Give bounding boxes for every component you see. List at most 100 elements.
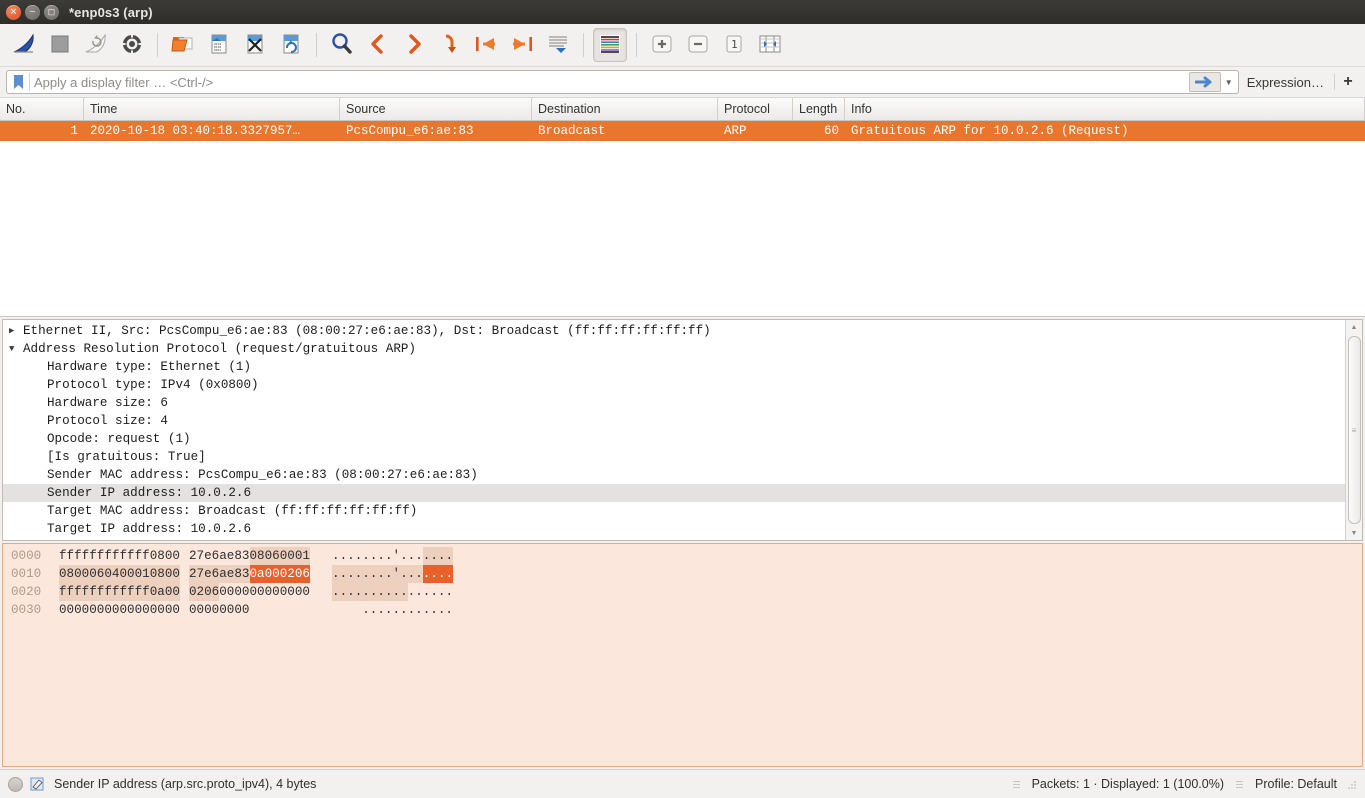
ascii-char[interactable]: . — [339, 565, 348, 583]
ascii-char[interactable]: . — [400, 547, 408, 565]
bookmark-icon[interactable] — [9, 72, 27, 92]
ascii-char[interactable]: . — [362, 601, 370, 619]
hex-byte[interactable]: ff — [135, 547, 150, 565]
ascii-char[interactable]: . — [437, 565, 446, 583]
zoom-in-button[interactable] — [646, 29, 678, 61]
ascii-char[interactable]: . — [340, 547, 348, 565]
hex-byte[interactable]: ff — [104, 583, 120, 601]
hex-byte[interactable]: 00 — [219, 583, 234, 601]
hex-byte[interactable]: ff — [104, 547, 119, 565]
packet-bytes-pane[interactable]: 0000 ff ff ff ff ff ff 08 00 27 e6 ae 83 … — [2, 543, 1363, 767]
ascii-char[interactable]: . — [377, 583, 385, 601]
hex-byte[interactable]: 00 — [234, 583, 249, 601]
scroll-up-arrow-icon[interactable]: ▲ — [1351, 320, 1358, 334]
packet-detail-tree[interactable]: ▶ Ethernet II, Src: PcsCompu_e6:ae:83 (08… — [3, 320, 1345, 540]
hex-byte[interactable]: 08 — [150, 547, 165, 565]
hex-row[interactable]: 0000 ff ff ff ff ff ff 08 00 27 e6 ae 83 … — [3, 547, 1362, 565]
ascii-char[interactable]: . — [415, 601, 423, 619]
zoom-out-button[interactable] — [682, 29, 714, 61]
hex-byte[interactable]: 0a — [249, 565, 265, 583]
ascii-char[interactable]: . — [437, 547, 446, 565]
hex-byte[interactable]: 08 — [149, 565, 165, 583]
ascii-char[interactable]: . — [415, 547, 423, 565]
hex-byte[interactable]: 00 — [165, 601, 180, 619]
detail-row[interactable]: Target IP address: 10.0.2.6 — [3, 520, 1345, 538]
column-header-time[interactable]: Time — [84, 98, 340, 120]
hex-byte[interactable]: ff — [134, 583, 150, 601]
hex-byte[interactable]: e6 — [204, 547, 219, 565]
hex-byte[interactable]: 00 — [74, 565, 90, 583]
first-packet-button[interactable] — [470, 29, 502, 61]
close-button[interactable]: ✕ — [6, 4, 21, 20]
ascii-char[interactable]: . — [355, 547, 363, 565]
hex-byte[interactable]: 08 — [59, 565, 75, 583]
hex-byte[interactable]: e6 — [204, 565, 220, 583]
capture-options-button[interactable] — [116, 29, 148, 61]
last-packet-button[interactable] — [506, 29, 538, 61]
ascii-char[interactable]: . — [438, 583, 446, 601]
ascii-char[interactable]: . — [354, 583, 363, 601]
detail-row[interactable]: [Is gratuitous: True] — [3, 448, 1345, 466]
restart-capture-button[interactable] — [80, 29, 112, 61]
apply-filter-button[interactable] — [1188, 72, 1221, 92]
find-packet-button[interactable] — [326, 29, 358, 61]
colorize-packets-button[interactable] — [593, 28, 627, 62]
status-profile-text[interactable]: Profile: Default — [1255, 777, 1337, 791]
ascii-char[interactable]: . — [339, 583, 348, 601]
hex-byte[interactable]: 00 — [59, 601, 74, 619]
ascii-char[interactable]: . — [385, 547, 393, 565]
open-file-button[interactable] — [167, 29, 199, 61]
ascii-char[interactable]: . — [332, 565, 340, 583]
go-forward-button[interactable] — [398, 29, 430, 61]
hex-byte[interactable]: 27 — [189, 565, 205, 583]
detail-row[interactable]: ▶ Ethernet II, Src: PcsCompu_e6:ae:83 (08… — [3, 322, 1345, 340]
hex-byte[interactable]: ff — [89, 583, 105, 601]
column-header-no[interactable]: No. — [0, 98, 84, 120]
detail-row[interactable]: Opcode: request (1) — [3, 430, 1345, 448]
ascii-char[interactable]: . — [423, 601, 431, 619]
ascii-char[interactable]: . — [377, 565, 385, 583]
ascii-char[interactable]: . — [445, 583, 453, 601]
ascii-char[interactable]: . — [445, 547, 453, 565]
stop-capture-button[interactable] — [44, 29, 76, 61]
hex-byte[interactable]: 00 — [119, 565, 135, 583]
ascii-char[interactable]: . — [400, 565, 408, 583]
detail-scrollbar[interactable]: ▲ ≡ ▼ — [1345, 320, 1362, 540]
hex-byte[interactable]: ff — [59, 547, 74, 565]
ascii-char[interactable]: . — [445, 601, 453, 619]
close-file-button[interactable] — [239, 29, 271, 61]
hex-byte[interactable]: 00 — [120, 601, 135, 619]
zoom-reset-button[interactable]: 1 — [718, 29, 750, 61]
expert-info-circle-icon[interactable] — [8, 776, 23, 792]
hex-byte[interactable]: ff — [74, 547, 89, 565]
detail-row[interactable]: Sender MAC address: PcsCompu_e6:ae:83 (0… — [3, 466, 1345, 484]
ascii-char[interactable]: . — [408, 547, 416, 565]
hex-byte[interactable]: 83 — [234, 565, 250, 583]
hex-dump[interactable]: 0000 ff ff ff ff ff ff 08 00 27 e6 ae 83 … — [3, 544, 1362, 766]
ascii-char[interactable]: . — [362, 583, 370, 601]
ascii-char[interactable]: . — [400, 601, 408, 619]
ascii-char[interactable]: ' — [393, 547, 401, 565]
table-row[interactable]: 1 2020-10-18 03:40:18.3327957… PcsCompu_… — [0, 121, 1365, 141]
ascii-char[interactable]: . — [370, 547, 378, 565]
ascii-char[interactable]: . — [407, 565, 416, 583]
scroll-down-arrow-icon[interactable]: ▼ — [1351, 526, 1358, 540]
ascii-char[interactable]: . — [392, 583, 401, 601]
ascii-char[interactable]: . — [422, 547, 431, 565]
ascii-char[interactable]: . — [369, 565, 378, 583]
column-header-length[interactable]: Length — [793, 98, 845, 120]
save-file-button[interactable]: 0101 0110 0011 — [203, 29, 235, 61]
detail-row[interactable]: Hardware size: 6 — [3, 394, 1345, 412]
detail-row[interactable]: Protocol size: 4 — [3, 412, 1345, 430]
column-header-protocol[interactable]: Protocol — [718, 98, 793, 120]
filter-expression-button[interactable]: Expression… — [1239, 75, 1332, 90]
ascii-char[interactable]: . — [385, 601, 393, 619]
detail-row[interactable]: ▼ Address Resolution Protocol (request/gr… — [3, 340, 1345, 358]
hex-byte[interactable]: 83 — [234, 547, 249, 565]
ascii-char[interactable]: . — [400, 583, 408, 601]
hex-byte[interactable]: ff — [89, 547, 104, 565]
hex-byte[interactable]: 00 — [234, 601, 249, 619]
hex-byte[interactable]: ff — [119, 583, 135, 601]
hex-byte[interactable]: 00 — [250, 583, 265, 601]
hex-byte[interactable]: 00 — [189, 601, 204, 619]
